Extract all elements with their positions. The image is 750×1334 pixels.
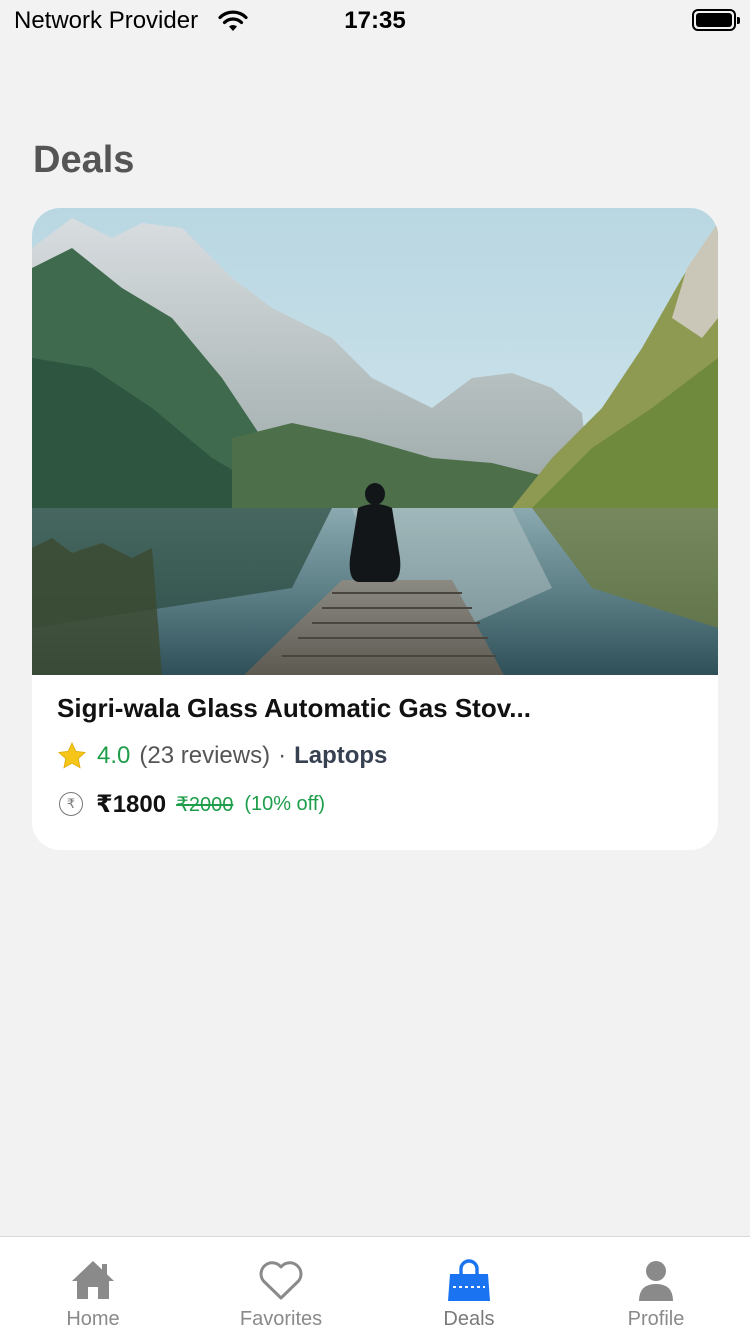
status-time: 17:35 — [344, 7, 406, 34]
tab-deals[interactable]: Deals — [375, 1237, 563, 1334]
category-label: Laptops — [294, 742, 388, 769]
user-icon — [639, 1261, 673, 1301]
heart-icon — [259, 1261, 303, 1300]
deal-card[interactable]: Sigri-wala Glass Automatic Gas Stov... 4… — [32, 208, 718, 850]
original-price: ₹2000 — [176, 793, 234, 816]
rating-row: 4.0 (23 reviews) · Laptops — [57, 741, 387, 771]
tab-label-home: Home — [66, 1308, 120, 1330]
battery-icon — [692, 9, 740, 31]
discount-label: (10% off) — [244, 792, 326, 815]
rating-value: 4.0 — [97, 742, 131, 769]
separator-dot: · — [278, 742, 287, 769]
deals-screen: Network Provider 17:35 Deals Sigri-wala … — [0, 0, 750, 1334]
review-count: (23 reviews) — [139, 742, 271, 769]
tab-label-favorites: Favorites — [239, 1308, 323, 1330]
tab-home[interactable]: Home — [0, 1237, 187, 1334]
star-icon — [58, 741, 86, 769]
status-bar: Network Provider 17:35 — [0, 0, 750, 40]
tab-favorites[interactable]: Favorites — [187, 1237, 375, 1334]
bottom-tab-bar: Home Favorites Deals Profile — [0, 1236, 750, 1334]
shopping-bag-icon — [448, 1259, 490, 1301]
deal-image[interactable] — [32, 208, 718, 675]
rupee-icon: ₹ — [59, 792, 83, 816]
price-row: ₹ ₹1800 ₹2000 (10% off) — [59, 790, 325, 818]
product-name[interactable]: Sigri-wala Glass Automatic Gas Stov... — [57, 693, 531, 724]
deal-price: ₹1800 — [96, 790, 167, 818]
page-title: Deals — [33, 139, 135, 181]
tab-label-deals: Deals — [443, 1308, 495, 1330]
tab-profile[interactable]: Profile — [562, 1237, 750, 1334]
tab-label-profile: Profile — [627, 1308, 685, 1330]
home-icon — [72, 1261, 114, 1299]
